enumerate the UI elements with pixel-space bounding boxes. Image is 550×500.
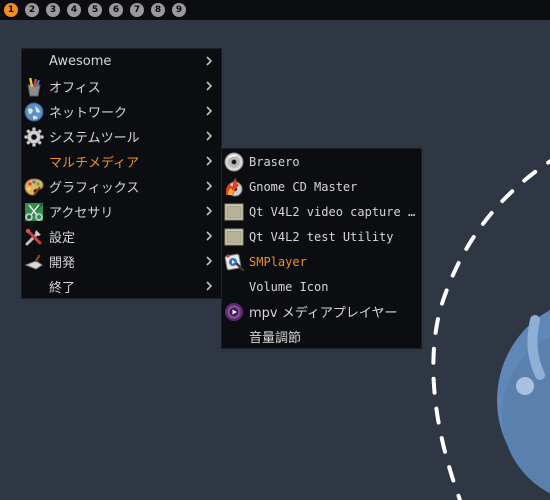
submenu-item-volume-control[interactable]: 音量調節 xyxy=(222,324,421,349)
menu-item-label: Awesome xyxy=(49,54,112,69)
globe-icon xyxy=(23,101,45,123)
tag-3[interactable]: 3 xyxy=(46,3,60,17)
taglist-bar: 1 2 3 4 5 6 7 8 9 xyxy=(0,0,550,20)
menu-item-label: 開発 xyxy=(49,256,76,271)
menu-item-label: 設定 xyxy=(49,231,76,246)
submenu-item-label: Volume Icon xyxy=(249,279,329,294)
submenu-item-qt-v4l2-test-utility[interactable]: Qt V4L2 test Utility xyxy=(222,224,421,249)
multimedia-submenu: Brasero Gnome CD Master Qt V4L2 video ca… xyxy=(221,148,422,349)
submenu-item-brasero[interactable]: Brasero xyxy=(222,149,421,174)
empty-icon xyxy=(23,51,45,73)
menu-item-multimedia[interactable]: マルチメディア xyxy=(22,149,221,174)
office-pencils-icon xyxy=(23,76,45,98)
submenu-item-label: mpv メディアプレイヤー xyxy=(249,306,398,321)
submenu-item-volume-icon[interactable]: Volume Icon xyxy=(222,274,421,299)
chevron-right-icon xyxy=(206,206,212,216)
chevron-right-icon xyxy=(206,281,212,291)
tag-1[interactable]: 1 xyxy=(4,3,18,17)
smplayer-icon xyxy=(223,251,245,273)
menu-item-quit[interactable]: 終了 xyxy=(22,274,221,299)
menu-item-development[interactable]: 開発 xyxy=(22,249,221,274)
mpv-icon xyxy=(223,301,245,323)
menu-item-awesome[interactable]: Awesome xyxy=(22,49,221,74)
menu-item-label: 終了 xyxy=(49,281,76,296)
submenu-item-label: Qt V4L2 video capture … xyxy=(249,204,416,219)
app-window-icon xyxy=(223,226,245,248)
menu-item-settings[interactable]: 設定 xyxy=(22,224,221,249)
chevron-right-icon xyxy=(206,256,212,266)
chevron-right-icon xyxy=(206,131,212,141)
menu-item-network[interactable]: ネットワーク xyxy=(22,99,221,124)
submenu-item-label: 音量調節 xyxy=(249,331,302,346)
main-menu: Awesome オフィス ネットワーク システムツール マルチメディア グラフィ… xyxy=(21,48,222,299)
menu-item-label: マルチメディア xyxy=(49,156,140,171)
submenu-item-label: Brasero xyxy=(249,154,300,169)
empty-icon xyxy=(23,276,45,298)
disc-icon xyxy=(223,151,245,173)
submenu-item-smplayer[interactable]: SMPlayer xyxy=(222,249,421,274)
chevron-right-icon xyxy=(206,81,212,91)
chevron-right-icon xyxy=(206,231,212,241)
submenu-item-mpv[interactable]: mpv メディアプレイヤー xyxy=(222,299,421,324)
palette-icon xyxy=(23,176,45,198)
empty-icon xyxy=(223,326,245,348)
app-window-icon xyxy=(223,201,245,223)
tag-4[interactable]: 4 xyxy=(67,3,81,17)
empty-icon xyxy=(223,276,245,298)
submenu-item-label: Gnome CD Master xyxy=(249,179,358,194)
scissors-icon xyxy=(23,201,45,223)
chevron-right-icon xyxy=(206,156,212,166)
tag-5[interactable]: 5 xyxy=(88,3,102,17)
submenu-item-label: Qt V4L2 test Utility xyxy=(249,229,394,244)
wallpaper-planet-spot xyxy=(516,377,534,395)
menu-item-label: アクセサリ xyxy=(49,206,114,221)
menu-item-accessories[interactable]: アクセサリ xyxy=(22,199,221,224)
chevron-right-icon xyxy=(206,181,212,191)
menu-item-office[interactable]: オフィス xyxy=(22,74,221,99)
gear-icon xyxy=(23,126,45,148)
chevron-right-icon xyxy=(206,56,212,66)
tag-6[interactable]: 6 xyxy=(109,3,123,17)
submenu-item-qt-v4l2-video-capture[interactable]: Qt V4L2 video capture … xyxy=(222,199,421,224)
menu-item-system-tools[interactable]: システムツール xyxy=(22,124,221,149)
submenu-item-gnome-cd-master[interactable]: Gnome CD Master xyxy=(222,174,421,199)
menu-item-label: グラフィックス xyxy=(49,181,140,196)
menu-item-label: システムツール xyxy=(49,131,140,146)
menu-item-label: ネットワーク xyxy=(49,106,128,121)
flame-disc-icon xyxy=(223,176,245,198)
submenu-item-label: SMPlayer xyxy=(249,254,307,269)
trowel-icon xyxy=(23,251,45,273)
tag-8[interactable]: 8 xyxy=(151,3,165,17)
menu-item-label: オフィス xyxy=(49,81,101,96)
tag-7[interactable]: 7 xyxy=(130,3,144,17)
tag-9[interactable]: 9 xyxy=(172,3,186,17)
chevron-right-icon xyxy=(206,106,212,116)
menu-item-graphics[interactable]: グラフィックス xyxy=(22,174,221,199)
tag-2[interactable]: 2 xyxy=(25,3,39,17)
empty-icon xyxy=(23,151,45,173)
settings-tools-icon xyxy=(23,226,45,248)
